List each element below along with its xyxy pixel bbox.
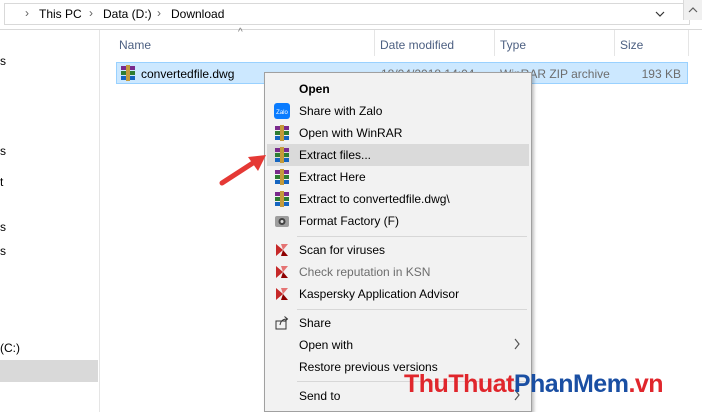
svg-text:Zalo: Zalo bbox=[276, 110, 288, 116]
nav-item-fragment[interactable]: s bbox=[0, 220, 6, 234]
watermark-part-2: PhanMem bbox=[513, 370, 629, 398]
nav-item-fragment[interactable]: s bbox=[0, 244, 6, 258]
file-size: 193 KB bbox=[641, 67, 681, 81]
address-bar: › This PC › Data (D:) › Download bbox=[0, 0, 702, 30]
menu-separator bbox=[297, 309, 527, 310]
sort-ascending-icon: ^ bbox=[238, 27, 243, 38]
menu-item-scan-for-viruses[interactable]: Scan for viruses bbox=[267, 239, 529, 261]
breadcrumb-data-d[interactable]: Data (D:) bbox=[103, 7, 152, 21]
submenu-arrow-icon bbox=[514, 338, 520, 350]
nav-item-fragment[interactable]: s bbox=[0, 144, 6, 158]
chevron-up-icon bbox=[688, 7, 698, 13]
menu-item-open-with-winrar[interactable]: Open with WinRAR bbox=[267, 122, 529, 144]
menu-item-open-with[interactable]: Open with bbox=[267, 334, 529, 356]
menu-item-label: Extract Here bbox=[299, 170, 366, 184]
column-header-name[interactable]: Name bbox=[119, 38, 151, 52]
format-factory-icon bbox=[275, 216, 289, 227]
kaspersky-icon bbox=[276, 288, 288, 300]
nav-item-drive-c[interactable]: (C:) bbox=[0, 341, 20, 355]
dropdown-icon[interactable] bbox=[653, 7, 667, 21]
menu-item-label: Format Factory (F) bbox=[299, 214, 400, 228]
menu-item-label: Check reputation in KSN bbox=[299, 265, 431, 279]
context-menu: Open Zalo Share with Zalo Open with WinR… bbox=[264, 72, 532, 412]
nav-item-fragment[interactable]: s bbox=[0, 54, 6, 68]
menu-item-extract-here[interactable]: Extract Here bbox=[267, 166, 529, 188]
share-icon bbox=[275, 316, 289, 330]
chevron-right-icon[interactable]: › bbox=[157, 6, 161, 20]
nav-item-fragment[interactable]: t bbox=[0, 175, 3, 189]
winrar-icon bbox=[275, 191, 289, 207]
red-arrow-icon bbox=[219, 155, 266, 186]
column-divider[interactable] bbox=[614, 30, 615, 56]
menu-item-extract-files[interactable]: Extract files... bbox=[267, 144, 529, 166]
menu-item-open[interactable]: Open bbox=[267, 78, 529, 100]
menu-item-label: Extract files... bbox=[299, 148, 372, 162]
menu-item-format-factory[interactable]: Format Factory (F) bbox=[267, 210, 529, 232]
scroll-up-button[interactable] bbox=[683, 0, 702, 20]
menu-item-label: Open with bbox=[299, 338, 354, 352]
breadcrumb-this-pc[interactable]: This PC bbox=[39, 7, 82, 21]
file-name[interactable]: convertedfile.dwg bbox=[141, 67, 234, 81]
winrar-icon bbox=[275, 169, 289, 185]
kaspersky-icon bbox=[276, 244, 288, 256]
menu-item-label: Kaspersky Application Advisor bbox=[299, 287, 460, 301]
menu-item-label: Extract to convertedfile.dwg\ bbox=[299, 192, 450, 206]
watermark-logo: ThuThuatPhanMem.vn bbox=[404, 370, 664, 399]
breadcrumb-download[interactable]: Download bbox=[171, 7, 224, 21]
column-divider[interactable] bbox=[688, 30, 689, 56]
chevron-right-icon[interactable]: › bbox=[25, 6, 29, 20]
column-header-date[interactable]: Date modified bbox=[380, 38, 454, 52]
chevron-right-icon[interactable]: › bbox=[89, 6, 93, 20]
winrar-icon bbox=[275, 125, 289, 141]
zalo-icon: Zalo bbox=[274, 103, 290, 119]
menu-item-extract-to-folder[interactable]: Extract to convertedfile.dwg\ bbox=[267, 188, 529, 210]
column-divider[interactable] bbox=[494, 30, 495, 56]
menu-item-share-with-zalo[interactable]: Zalo Share with Zalo bbox=[267, 100, 529, 122]
menu-item-label: Share bbox=[299, 316, 332, 330]
menu-item-kaspersky-advisor[interactable]: Kaspersky Application Advisor bbox=[267, 283, 529, 305]
menu-item-label: Scan for viruses bbox=[299, 243, 386, 257]
menu-separator bbox=[297, 236, 527, 237]
menu-item-check-reputation[interactable]: Check reputation in KSN bbox=[267, 261, 529, 283]
winrar-icon bbox=[121, 65, 135, 81]
watermark-part-3: .vn bbox=[628, 370, 664, 398]
menu-item-label: Open with WinRAR bbox=[299, 126, 403, 140]
winrar-icon bbox=[275, 147, 289, 163]
column-divider[interactable] bbox=[374, 30, 375, 56]
menu-item-label: Send to bbox=[299, 389, 341, 403]
column-header-type[interactable]: Type bbox=[500, 38, 526, 52]
kaspersky-icon bbox=[276, 266, 288, 278]
nav-item-selected[interactable] bbox=[0, 360, 98, 382]
column-header-size[interactable]: Size bbox=[620, 38, 643, 52]
menu-item-label: Share with Zalo bbox=[299, 104, 383, 118]
watermark-part-1: ThuThuat bbox=[404, 370, 514, 398]
navigation-pane: s s t s s (C:) bbox=[0, 30, 100, 412]
menu-item-share[interactable]: Share bbox=[267, 312, 529, 334]
menu-item-label: Open bbox=[299, 82, 330, 96]
address-box[interactable]: › This PC › Data (D:) › Download bbox=[4, 3, 690, 25]
